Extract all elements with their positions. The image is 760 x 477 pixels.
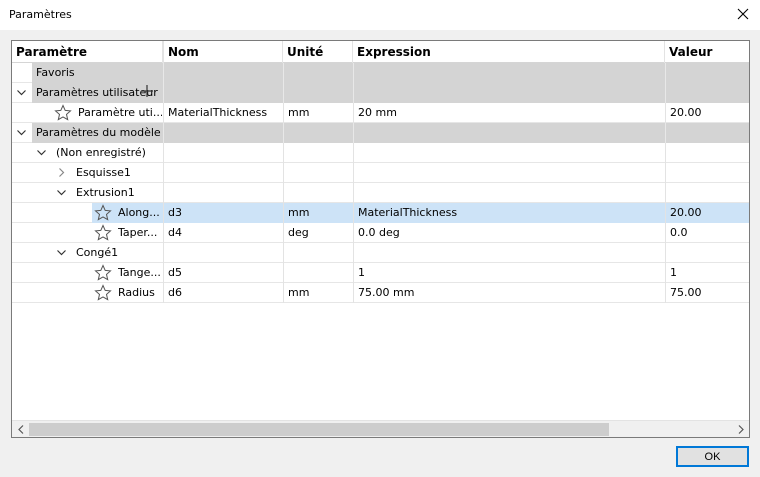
cell-unite	[283, 183, 353, 203]
cell-nom	[163, 243, 283, 263]
tree-row-extrusion1[interactable]: Extrusion1	[12, 183, 749, 203]
group-row-parametres-du-modele[interactable]: Paramètres du modèle	[12, 123, 749, 143]
cell-nom[interactable]: d4	[163, 223, 283, 243]
cell-unite	[283, 63, 353, 83]
cell-expression[interactable]: 0.0 deg	[353, 223, 665, 243]
column-header-parametre[interactable]: Paramètre	[12, 41, 163, 63]
scrollbar-thumb[interactable]	[29, 423, 609, 436]
parameter-label: Taper...	[118, 226, 158, 239]
ok-button[interactable]: OK	[676, 446, 749, 467]
tree-label: Extrusion1	[76, 186, 135, 199]
star-outline-icon[interactable]	[94, 224, 112, 242]
cell-nom	[163, 183, 283, 203]
cell-valeur	[665, 143, 749, 163]
table-header: Paramètre Nom Unité Expression Valeur	[12, 41, 749, 63]
horizontal-scrollbar[interactable]	[12, 420, 749, 437]
star-outline-icon[interactable]	[94, 284, 112, 302]
tree-label: (Non enregistré)	[56, 146, 146, 159]
group-label: Favoris	[36, 66, 75, 79]
cell-nom[interactable]: MaterialThickness	[163, 103, 283, 123]
chevron-down-icon[interactable]	[56, 247, 67, 258]
scroll-left-icon[interactable]	[12, 421, 29, 437]
tree-row-conge1[interactable]: Congé1	[12, 243, 749, 263]
title-bar: Paramètres	[0, 0, 760, 30]
cell-unite	[283, 143, 353, 163]
chevron-right-icon[interactable]	[56, 167, 67, 178]
cell-valeur: 1	[665, 263, 749, 283]
cell-unite	[283, 123, 353, 143]
cell-nom	[163, 63, 283, 83]
cell-valeur: 75.00	[665, 283, 749, 303]
table-body: Favoris Paramètres utilisateur Paramètre…	[12, 63, 749, 303]
tree-label: Esquisse1	[76, 166, 131, 179]
parameter-label: Along...	[118, 206, 160, 219]
group-row-favoris[interactable]: Favoris	[12, 63, 749, 83]
cell-valeur	[665, 243, 749, 263]
parameters-table[interactable]: Paramètre Nom Unité Expression Valeur Fa…	[11, 40, 750, 438]
cell-expression[interactable]: 75.00 mm	[353, 283, 665, 303]
cell-expression	[353, 143, 665, 163]
parameter-label: Paramètre uti...	[78, 106, 162, 119]
cell-valeur: 20.00	[665, 203, 749, 223]
cell-unite[interactable]: mm	[283, 103, 353, 123]
chevron-down-icon[interactable]	[16, 127, 27, 138]
tree-row-esquisse1[interactable]: Esquisse1	[12, 163, 749, 183]
cell-expression[interactable]: MaterialThickness	[353, 203, 665, 223]
parameter-label: Tange...	[118, 266, 161, 279]
column-header-unite[interactable]: Unité	[283, 41, 353, 63]
cell-expression[interactable]: 20 mm	[353, 103, 665, 123]
cell-unite	[283, 163, 353, 183]
cell-expression	[353, 83, 665, 103]
tree-label: Congé1	[76, 246, 119, 259]
cell-valeur	[665, 123, 749, 143]
window-title: Paramètres	[9, 8, 72, 21]
cell-unite	[283, 83, 353, 103]
cell-valeur	[665, 83, 749, 103]
cell-valeur: 20.00	[665, 103, 749, 123]
table-row[interactable]: Paramètre uti... MaterialThickness mm 20…	[12, 103, 749, 123]
cell-valeur	[665, 183, 749, 203]
group-label: Paramètres du modèle	[36, 126, 161, 139]
cell-expression	[353, 183, 665, 203]
cell-unite[interactable]: deg	[283, 223, 353, 243]
column-header-valeur[interactable]: Valeur	[665, 41, 749, 63]
cell-nom	[163, 83, 283, 103]
cell-expression[interactable]: 1	[353, 263, 665, 283]
star-outline-icon[interactable]	[54, 104, 72, 122]
table-row[interactable]: Taper... d4 deg 0.0 deg 0.0	[12, 223, 749, 243]
chevron-down-icon[interactable]	[36, 147, 47, 158]
chevron-down-icon[interactable]	[16, 87, 27, 98]
cell-unite[interactable]	[283, 263, 353, 283]
cell-expression	[353, 123, 665, 143]
cell-expression	[353, 163, 665, 183]
table-row[interactable]: Radius d6 mm 75.00 mm 75.00	[12, 283, 749, 303]
cell-nom	[163, 163, 283, 183]
chevron-down-icon[interactable]	[56, 187, 67, 198]
close-icon[interactable]	[732, 4, 754, 24]
cell-valeur	[665, 63, 749, 83]
table-row[interactable]: Tange... d5 1 1	[12, 263, 749, 283]
scroll-right-icon[interactable]	[732, 421, 749, 437]
cell-unite	[283, 243, 353, 263]
column-header-expression[interactable]: Expression	[353, 41, 665, 63]
star-outline-icon[interactable]	[94, 204, 112, 222]
star-outline-icon[interactable]	[94, 264, 112, 282]
cell-nom[interactable]: d6	[163, 283, 283, 303]
group-row-parametres-utilisateur[interactable]: Paramètres utilisateur	[12, 83, 749, 103]
parameter-label: Radius	[118, 286, 155, 299]
cell-expression	[353, 63, 665, 83]
table-row[interactable]: Along... d3 mm MaterialThickness 20.00	[12, 203, 749, 223]
cell-nom[interactable]: d3	[163, 203, 283, 223]
cell-nom[interactable]: d5	[163, 263, 283, 283]
column-header-nom[interactable]: Nom	[163, 41, 283, 63]
cell-valeur: 0.0	[665, 223, 749, 243]
cell-nom	[163, 123, 283, 143]
cell-nom	[163, 143, 283, 163]
tree-row-non-enregistre[interactable]: (Non enregistré)	[12, 143, 749, 163]
cell-expression	[353, 243, 665, 263]
cell-unite[interactable]: mm	[283, 203, 353, 223]
cell-unite[interactable]: mm	[283, 283, 353, 303]
plus-icon[interactable]	[140, 84, 154, 98]
cell-valeur	[665, 163, 749, 183]
